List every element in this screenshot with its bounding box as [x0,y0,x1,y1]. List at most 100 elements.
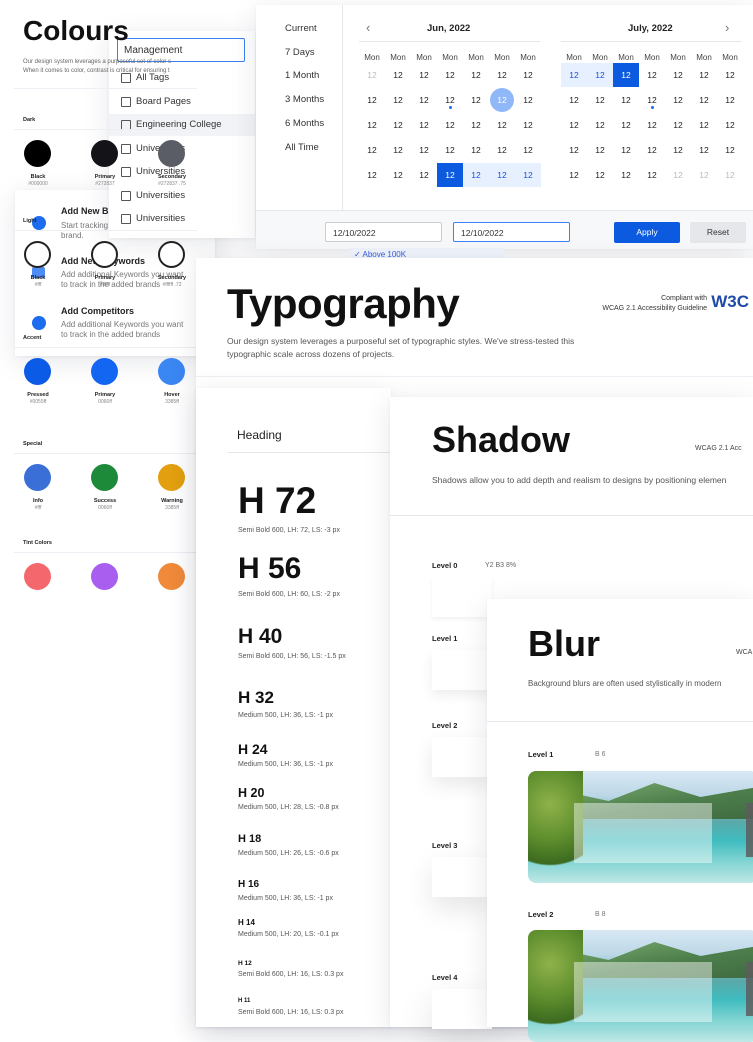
calendar-day[interactable]: 12 [463,63,489,87]
calendar-day[interactable]: 12 [411,163,437,187]
calendar-day[interactable]: 12 [665,138,691,162]
calendar-day[interactable]: 12 [437,113,463,137]
calendar-day[interactable]: 12 [691,138,717,162]
colour-swatch[interactable] [91,464,118,491]
calendar-day[interactable]: 12 [561,163,587,187]
colour-swatch[interactable] [158,464,185,491]
date-preset-item[interactable]: 1 Month [285,70,319,81]
date-preset-item[interactable]: 3 Months [285,94,324,105]
calendar-day[interactable]: 12 [561,113,587,137]
calendar-day[interactable]: 12 [691,88,717,112]
calendar-day[interactable]: 12 [463,163,489,187]
colour-swatch[interactable] [24,140,51,167]
calendar-day[interactable]: 12 [613,138,639,162]
add-competitors-title[interactable]: Add Competitors [61,306,134,316]
calendar-day[interactable]: 12 [489,163,515,187]
calendar-day[interactable]: 12 [463,138,489,162]
colour-swatch[interactable] [91,563,118,590]
management-option[interactable]: Universities [109,208,255,230]
colour-swatch[interactable] [24,358,51,385]
calendar-day[interactable]: 12 [437,138,463,162]
colour-swatch[interactable] [158,140,185,167]
colour-swatch[interactable] [91,358,118,385]
calendar-day[interactable]: 12 [561,63,587,87]
calendar-day[interactable]: 12 [613,88,639,112]
calendar-day[interactable]: 12 [515,138,541,162]
calendar-day[interactable]: 12 [385,163,411,187]
calendar-day[interactable]: 12 [587,138,613,162]
colour-swatch[interactable] [24,241,51,268]
start-date-input[interactable]: 12/10/2022 [325,222,442,242]
calendar-day[interactable]: 12 [665,113,691,137]
calendar-day[interactable]: 12 [411,138,437,162]
calendar-day[interactable]: 12 [359,88,385,112]
calendar-day[interactable]: 12 [613,113,639,137]
calendar-day[interactable]: 12 [691,163,717,187]
calendar-day[interactable]: 12 [639,88,665,112]
calendar-day[interactable]: 12 [359,113,385,137]
calendar-day[interactable]: 12 [411,88,437,112]
calendar-day[interactable]: 12 [515,88,541,112]
calendar-day[interactable]: 12 [613,163,639,187]
calendar-day[interactable]: 12 [437,88,463,112]
prev-month-chevron-icon[interactable]: ‹ [366,20,370,35]
calendar-day[interactable]: 12 [587,63,613,87]
calendar-day[interactable]: 12 [385,138,411,162]
date-preset-item[interactable]: 7 Days [285,47,315,58]
calendar-day[interactable]: 12 [489,63,515,87]
calendar-day[interactable]: 12 [587,113,613,137]
calendar-day[interactable]: 12 [411,63,437,87]
calendar-day[interactable]: 12 [717,113,743,137]
calendar-day[interactable]: 12 [463,88,489,112]
colour-swatch[interactable] [158,241,185,268]
calendar-day[interactable]: 12 [489,138,515,162]
calendar-day[interactable]: 12 [717,88,743,112]
calendar-day[interactable]: 12 [411,113,437,137]
calendar-day[interactable]: 12 [359,138,385,162]
calendar-day[interactable]: 12 [359,63,385,87]
calendar-day[interactable]: 12 [691,63,717,87]
next-month-chevron-icon[interactable]: › [725,20,729,35]
checkbox-icon[interactable] [121,214,131,224]
calendar-day[interactable]: 12 [385,63,411,87]
add-brand-title[interactable]: Add New B [61,206,109,216]
calendar-day[interactable]: 12 [665,88,691,112]
calendar-day[interactable]: 12 [437,63,463,87]
calendar-day[interactable]: 12 [515,113,541,137]
date-preset-item[interactable]: Current [285,23,317,34]
calendar-day[interactable]: 12 [385,88,411,112]
calendar-day[interactable]: 12 [587,88,613,112]
management-option[interactable]: Board Pages [109,91,255,113]
calendar-day[interactable]: 12 [665,63,691,87]
globe-icon[interactable] [32,316,46,330]
calendar-day[interactable]: 12 [639,113,665,137]
colour-swatch[interactable] [158,563,185,590]
calendar-day[interactable]: 12 [515,163,541,187]
calendar-day[interactable]: 12 [587,163,613,187]
colour-swatch[interactable] [24,464,51,491]
calendar-day[interactable]: 12 [717,163,743,187]
calendar-day[interactable]: 12 [515,63,541,87]
checkbox-icon[interactable] [121,190,131,201]
calendar-day[interactable]: 12 [613,63,639,87]
calendar-day[interactable]: 12 [665,163,691,187]
calendar-day[interactable]: 12 [561,138,587,162]
filter-chip-above-100k[interactable]: ✓ Above 100K [350,248,504,258]
colour-swatch[interactable] [91,241,118,268]
calendar-day[interactable]: 12 [359,163,385,187]
management-option[interactable]: Universities [109,185,255,207]
calendar-day[interactable]: 12 [639,138,665,162]
checkbox-icon[interactable] [121,143,131,154]
calendar-day[interactable]: 12 [639,163,665,187]
calendar-day[interactable]: 12 [717,138,743,162]
calendar-day[interactable]: 12 [463,113,489,137]
date-preset-item[interactable]: 6 Months [285,118,324,129]
apply-button[interactable]: Apply [614,222,680,243]
colour-swatch[interactable] [91,140,118,167]
calendar-day[interactable]: 12 [490,88,514,112]
calendar-day[interactable]: 12 [691,113,717,137]
colour-swatch[interactable] [24,563,51,590]
colour-swatch[interactable] [158,358,185,385]
calendar-day[interactable]: 12 [639,63,665,87]
end-date-input[interactable]: 12/10/2022 [453,222,570,242]
